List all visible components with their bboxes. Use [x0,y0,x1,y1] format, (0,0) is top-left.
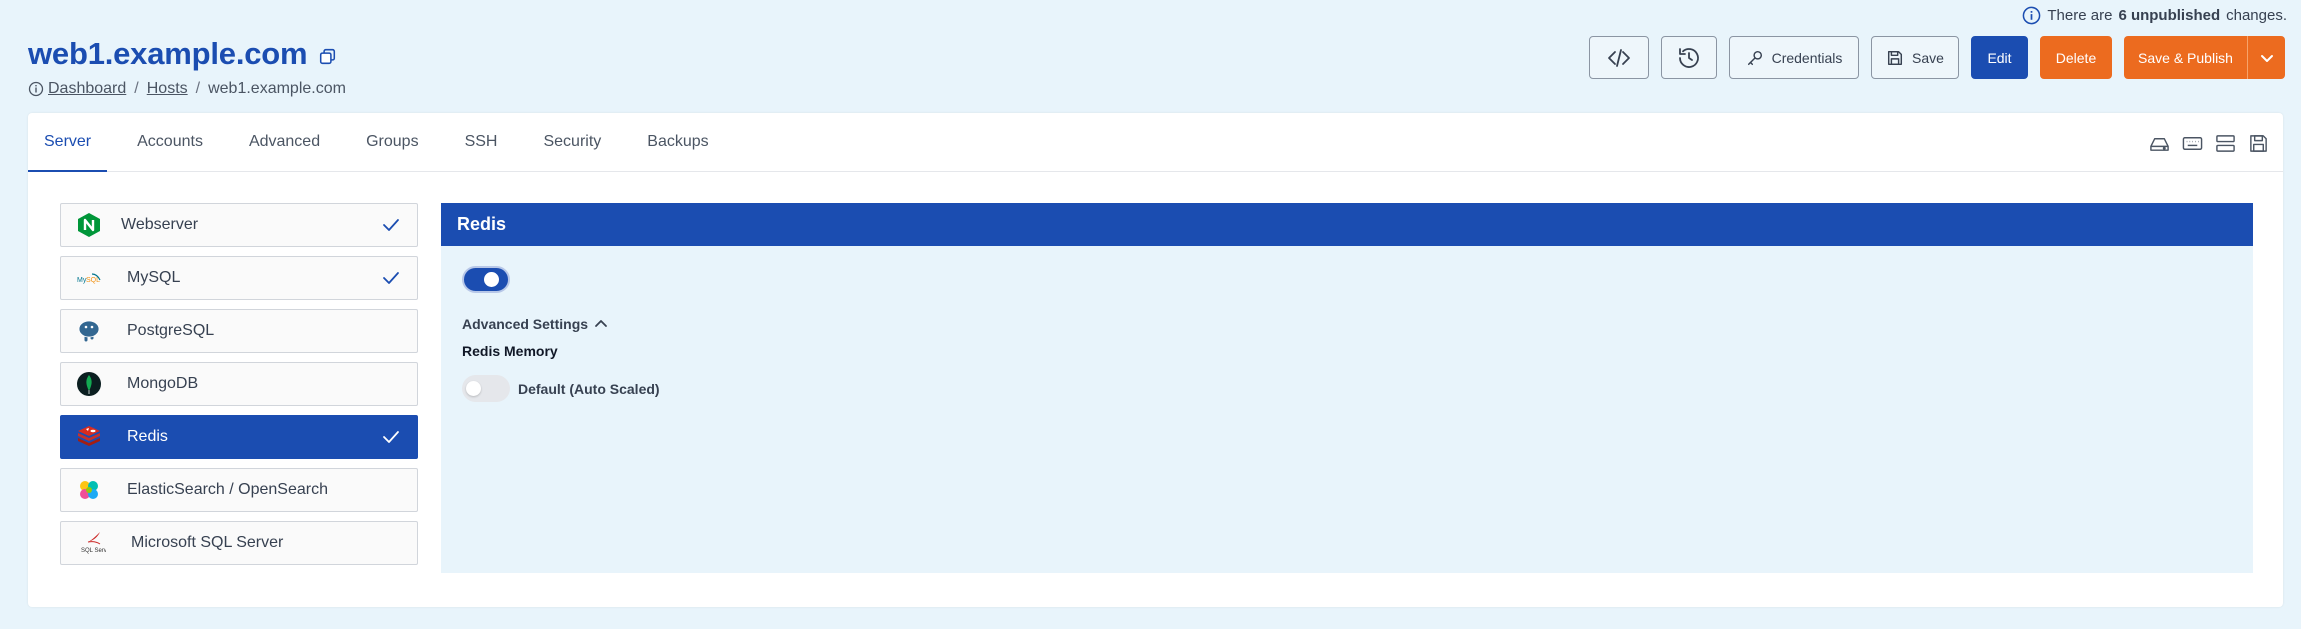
breadcrumb-hosts[interactable]: Hosts [147,80,188,98]
title-row: web1.example.com [28,36,336,72]
breadcrumb-separator: / [134,80,139,97]
publish-split-button: Save & Publish [2124,36,2285,79]
breadcrumb-dashboard[interactable]: Dashboard [48,80,126,98]
notice-suffix: changes. [2226,7,2287,24]
history-button[interactable] [1661,36,1717,79]
credentials-button[interactable]: Credentials [1729,36,1859,79]
tab-ssh[interactable]: SSH [449,113,514,171]
tab-security[interactable]: Security [527,113,617,171]
service-label: Microsoft SQL Server [131,534,284,551]
service-item-mysql[interactable]: My SQL MySQL [60,256,418,300]
service-label: MongoDB [127,375,199,392]
breadcrumb: Dashboard / Hosts / web1.example.com [28,80,346,98]
service-list: Webserver My SQL MySQL PostgreSQL MongoDB [60,203,418,565]
tab-advanced[interactable]: Advanced [233,113,336,171]
tab-bar: Server Accounts Advanced Groups SSH Secu… [28,113,2283,172]
check-icon [383,219,399,231]
check-icon [383,272,399,284]
toggle-knob [484,272,499,287]
service-label: Redis [127,428,168,445]
tab-tools [2149,133,2269,154]
tab-accounts[interactable]: Accounts [121,113,219,171]
default-auto-scaled-label: Default (Auto Scaled) [518,381,660,397]
redis-icon [75,423,103,451]
save-label: Save [1912,49,1944,66]
chevron-down-icon [2260,54,2273,62]
service-item-elasticsearch[interactable]: ElasticSearch / OpenSearch [60,468,418,512]
publish-options-button[interactable] [2248,36,2285,79]
save-publish-button[interactable]: Save & Publish [2124,36,2248,79]
nginx-icon [75,211,103,239]
chevron-up-icon [595,320,607,327]
service-label: PostgreSQL [127,322,215,339]
elasticsearch-icon [75,476,103,504]
copy-icon[interactable] [319,48,336,65]
credentials-label: Credentials [1771,49,1843,66]
host-card: Server Accounts Advanced Groups SSH Secu… [28,113,2283,607]
service-item-redis[interactable]: Redis [60,415,418,459]
edit-button[interactable]: Edit [1971,36,2028,79]
tab-groups[interactable]: Groups [350,113,434,171]
service-item-mongodb[interactable]: MongoDB [60,362,418,406]
redis-enabled-toggle[interactable] [462,266,510,293]
save-icon [1888,50,1903,65]
page-title: web1.example.com [28,36,308,71]
redis-memory-label: Redis Memory [462,343,558,359]
history-icon [1679,47,1699,68]
save-button[interactable]: Save [1871,36,1959,79]
breadcrumb-separator: / [195,80,201,97]
save-icon[interactable] [2248,133,2269,154]
toggle-knob [466,381,481,396]
service-item-sqlserver[interactable]: SQL Server Microsoft SQL Server [60,521,418,565]
check-icon [383,431,399,443]
key-icon [1747,50,1762,65]
info-icon [2023,6,2041,25]
tab-backups[interactable]: Backups [631,113,724,171]
notice-prefix: There are [2047,7,2113,24]
panel-title: Redis [441,203,2253,246]
redis-memory-default-toggle[interactable] [462,375,510,402]
tab-server[interactable]: Server [28,113,108,172]
keyboard-icon[interactable] [2182,133,2203,154]
sqlserver-icon: SQL Server [79,529,107,557]
delete-button[interactable]: Delete [2040,36,2112,79]
postgresql-icon [75,317,103,345]
service-label: ElasticSearch / OpenSearch [127,481,328,498]
mysql-icon: My SQL [75,264,103,292]
service-label: Webserver [121,216,199,233]
toolbar: Credentials Save Edit Delete Save & Publ… [1589,36,2285,79]
svg-text:SQL: SQL [86,277,100,284]
code-button[interactable] [1589,36,1649,79]
server-icon[interactable] [2215,133,2236,154]
advanced-settings-label: Advanced Settings [462,316,589,332]
unpublished-notice: There are 6 unpublished changes. [2022,6,2287,25]
advanced-settings-toggle[interactable]: Advanced Settings [462,316,608,332]
breadcrumb-current: web1.example.com [208,80,346,97]
info-circle-icon [28,81,44,97]
svg-text:SQL Server: SQL Server [81,548,106,554]
notice-count: 6 unpublished [2118,7,2221,24]
service-item-webserver[interactable]: Webserver [60,203,418,247]
redis-panel: Redis Advanced Settings Redis Memory Def… [441,203,2253,573]
service-label: MySQL [127,269,181,286]
code-icon [1608,48,1630,67]
mongodb-icon [75,370,103,398]
drive-icon[interactable] [2149,133,2170,154]
service-item-postgresql[interactable]: PostgreSQL [60,309,418,353]
